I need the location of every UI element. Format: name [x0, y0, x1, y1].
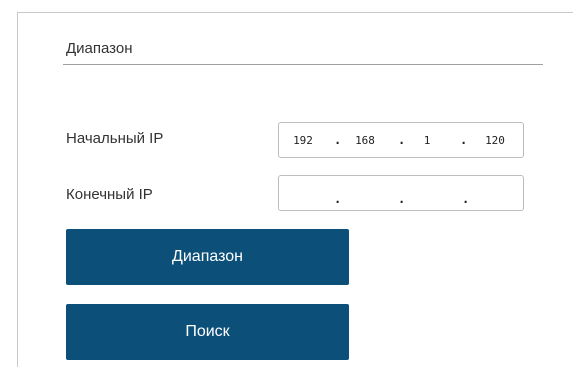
section-title: Диапазон: [66, 40, 133, 57]
end-ip-dot-1: .: [334, 192, 342, 206]
end-ip-octet-3[interactable]: [407, 176, 447, 210]
start-ip-dot-1: .: [334, 133, 342, 147]
start-ip-dot-3: .: [460, 133, 468, 147]
range-panel: Диапазон Начальный IP 192 . 168 . 1 . 12…: [0, 0, 573, 367]
end-ip-octet-4[interactable]: [469, 176, 521, 210]
end-ip-octet-1[interactable]: [283, 176, 323, 210]
start-ip-octet-2[interactable]: 168: [345, 123, 385, 157]
end-ip-field[interactable]: . . .: [278, 175, 524, 211]
search-button[interactable]: Поиск: [66, 304, 349, 360]
end-ip-label: Конечный IP: [66, 186, 153, 203]
end-ip-dot-2: .: [398, 192, 406, 206]
panel-left-border: [17, 12, 18, 367]
end-ip-octet-2[interactable]: [345, 176, 385, 210]
start-ip-field[interactable]: 192 . 168 . 1 . 120: [278, 122, 524, 158]
section-divider: [63, 64, 543, 65]
start-ip-octet-4[interactable]: 120: [469, 123, 521, 157]
range-button[interactable]: Диапазон: [66, 229, 349, 285]
start-ip-octet-1[interactable]: 192: [283, 123, 323, 157]
panel-top-border: [17, 12, 573, 13]
start-ip-dot-2: .: [398, 133, 406, 147]
start-ip-octet-3[interactable]: 1: [407, 123, 447, 157]
start-ip-label: Начальный IP: [66, 130, 164, 147]
